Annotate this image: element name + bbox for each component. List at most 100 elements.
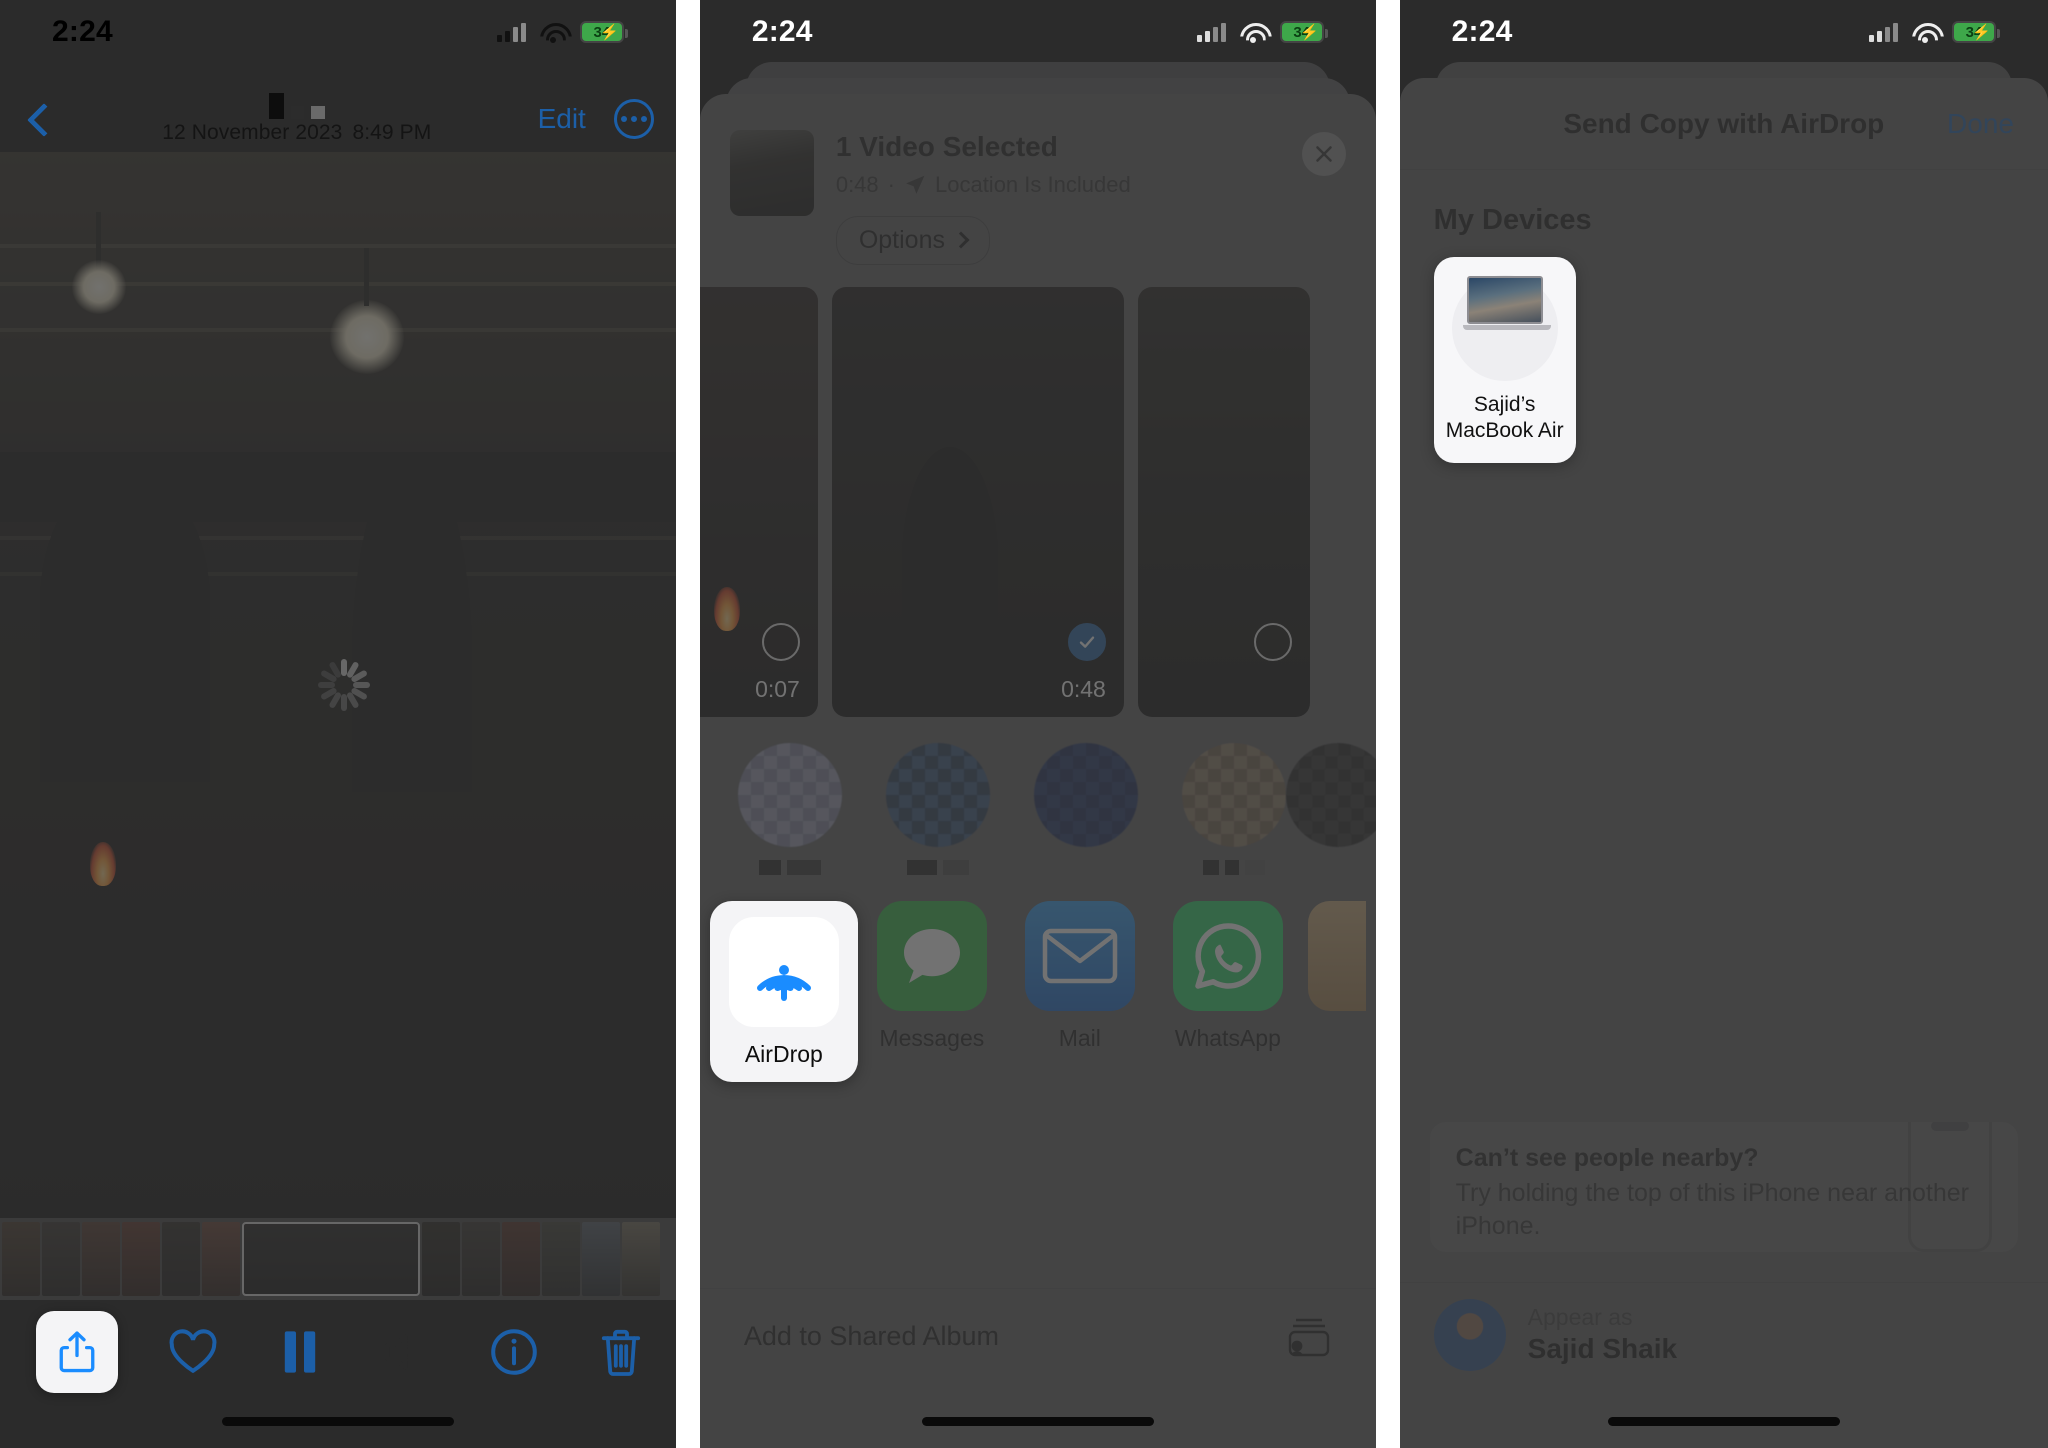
done-button[interactable]: Done (1947, 108, 2014, 140)
ceiling-lamp (330, 300, 404, 374)
iphone-outline-icon (1907, 1122, 1992, 1252)
panel-share-sheet: 1 Video Selected 0:48 · Location Is Incl… (699, 0, 1376, 1448)
appear-as-label: Appear as (1527, 1304, 1633, 1330)
cellular-signal-icon (1196, 22, 1226, 42)
filmstrip-thumb[interactable] (202, 1222, 240, 1296)
mute-button[interactable] (375, 1320, 439, 1384)
back-chevron-icon[interactable] (22, 102, 56, 136)
cellular-signal-icon (496, 22, 526, 42)
contact-name-redacted (1076, 859, 1095, 877)
checkmark-icon (1079, 636, 1095, 648)
close-icon[interactable] (1301, 132, 1346, 176)
share-sheet-title: 1 Video Selected (835, 131, 1058, 162)
selection-circle[interactable] (1253, 622, 1292, 661)
status-time: 2:24 (751, 15, 813, 48)
status-bar: 2:24 34 ⚡ (0, 0, 676, 64)
shared-album-label: Add to Shared Album (743, 1321, 999, 1351)
edit-button[interactable]: Edit (538, 103, 586, 135)
add-to-shared-album-row[interactable]: Add to Shared Album (699, 1288, 1376, 1384)
thumb-duration: 0:48 (1061, 675, 1106, 702)
contact-suggestion[interactable] (864, 742, 1012, 877)
filmstrip-thumb[interactable] (462, 1222, 500, 1296)
charging-bolt-icon: ⚡ (1972, 24, 1991, 41)
selection-circle[interactable] (761, 622, 800, 661)
options-button[interactable]: Options (835, 215, 990, 265)
panel-photo-viewer: 2:24 34 ⚡ 12 November 2023 8:49 PM Edit (0, 0, 676, 1448)
contact-suggestion[interactable] (1012, 742, 1160, 877)
panel-gutter (1375, 0, 1400, 1448)
avatar (1433, 1298, 1506, 1371)
app-row[interactable]: AirDrop Messages Mail WhatsApp (700, 877, 1376, 1082)
appear-as-row[interactable]: Appear as Sajid Shaik (1399, 1282, 2048, 1386)
filmstrip-thumb[interactable] (502, 1222, 540, 1296)
contact-avatar (1033, 742, 1138, 847)
filmstrip-thumb-selected[interactable] (242, 1222, 420, 1296)
contact-suggestion[interactable] (1160, 742, 1308, 877)
filmstrip-thumb[interactable] (542, 1222, 580, 1296)
contact-name-redacted (906, 859, 969, 877)
app-partial-icon (1307, 900, 1366, 1011)
video-preview[interactable] (0, 152, 676, 1218)
app-airdrop[interactable]: AirDrop (709, 900, 858, 1082)
battery-icon: 34 ⚡ (1951, 21, 2000, 43)
device-card-macbook[interactable]: Sajid’s MacBook Air (1433, 257, 1576, 463)
whatsapp-icon (1172, 900, 1283, 1011)
share-sheet-panel: 1 Video Selected 0:48 · Location Is Incl… (699, 94, 1376, 1448)
contact-suggestions-row[interactable] (700, 717, 1376, 877)
messages-icon (876, 900, 987, 1011)
favorite-button[interactable] (161, 1320, 225, 1384)
airdrop-hint: Can’t see people nearby? Try holding the… (1429, 1122, 2018, 1252)
my-devices-heading: My Devices (1433, 204, 1592, 236)
info-button[interactable] (482, 1320, 546, 1384)
video-thumbnail[interactable] (1137, 286, 1310, 717)
shared-album-icon (1288, 1318, 1329, 1356)
contact-name-redacted (1202, 859, 1265, 877)
app-label: WhatsApp (1174, 1024, 1281, 1051)
device-name: Sajid’s MacBook Air (1445, 393, 1564, 442)
status-time: 2:24 (52, 15, 113, 48)
delete-button[interactable] (589, 1320, 653, 1384)
selection-circle-checked[interactable] (1067, 622, 1106, 661)
share-button[interactable] (35, 1311, 118, 1393)
more-ellipsis-icon[interactable] (613, 99, 654, 139)
share-sheet-subtitle: 0:48 · Location Is Included (836, 172, 1346, 198)
video-thumbnail-row[interactable]: 0:07 0:48 (699, 265, 1376, 717)
battery-icon: 34 ⚡ (1279, 21, 1328, 43)
three-panel-screenshot: 2:24 34 ⚡ 12 November 20238:49 PM Edit (0, 0, 2048, 1448)
app-more[interactable] (1302, 900, 1372, 1011)
filmstrip-thumb[interactable] (42, 1222, 80, 1296)
filmstrip-thumb[interactable] (2, 1222, 40, 1296)
photo-date: 12 November 2023 8:49 PM (162, 121, 432, 144)
app-messages[interactable]: Messages (858, 900, 1006, 1052)
panel-gutter (675, 0, 700, 1448)
app-mail[interactable]: Mail (1006, 900, 1154, 1052)
filmstrip-thumb[interactable] (162, 1222, 200, 1296)
contact-suggestion[interactable] (1285, 742, 1376, 877)
mail-icon (1024, 900, 1135, 1011)
contact-name-redacted (758, 859, 821, 877)
person-silhouette (40, 482, 210, 782)
flame-light (90, 842, 116, 886)
video-thumbnail[interactable]: 0:07 (699, 286, 818, 717)
home-indicator (1607, 1417, 1840, 1426)
beam (0, 244, 676, 248)
filmstrip-thumb[interactable] (82, 1222, 120, 1296)
filmstrip-thumb[interactable] (422, 1222, 460, 1296)
contact-avatar (737, 742, 842, 847)
activity-spinner-icon (315, 656, 373, 714)
filmstrip-thumb[interactable] (122, 1222, 160, 1296)
filmstrip[interactable] (0, 1218, 676, 1300)
photo-toolbar (0, 1302, 676, 1402)
contact-avatar (1181, 742, 1286, 847)
airdrop-title: Send Copy with AirDrop (1563, 107, 1885, 139)
appear-as-text: Appear as Sajid Shaik (1528, 1304, 1677, 1365)
cellular-signal-icon (1868, 22, 1898, 42)
filmstrip-thumb[interactable] (582, 1222, 620, 1296)
filmstrip-thumb[interactable] (622, 1222, 660, 1296)
video-thumbnail-selected[interactable]: 0:48 (831, 286, 1124, 717)
battery-icon: 34 ⚡ (579, 21, 628, 43)
macbook-icon (1462, 276, 1551, 331)
pause-button[interactable] (268, 1320, 332, 1384)
app-whatsapp[interactable]: WhatsApp (1154, 900, 1302, 1052)
contact-suggestion[interactable] (716, 742, 864, 877)
